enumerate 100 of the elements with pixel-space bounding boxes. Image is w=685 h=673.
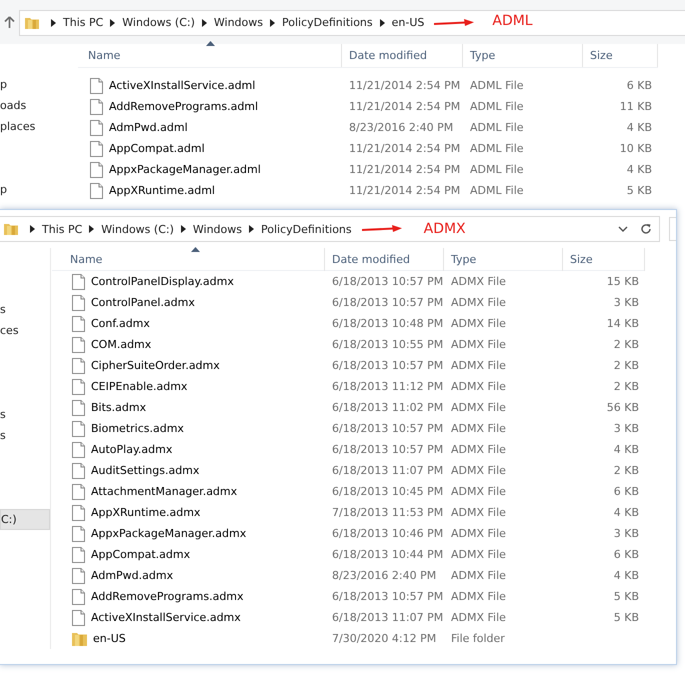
date-modified: 11/21/2014 2:54 PM	[349, 79, 460, 92]
column-header[interactable]: Date modified	[325, 248, 444, 271]
file-name[interactable]: COM.admx	[91, 338, 152, 351]
breadcrumb-item[interactable]: This PC	[63, 16, 104, 29]
file-name[interactable]: Bits.admx	[91, 401, 146, 414]
folder-icon	[72, 630, 87, 646]
column-header[interactable]: Size	[583, 44, 658, 67]
breadcrumb-item[interactable]: This PC	[42, 222, 82, 236]
breadcrumb-item[interactable]: Windows	[192, 222, 242, 236]
chevron-right-icon[interactable]	[51, 18, 56, 26]
date-modified: 8/23/2016 2:40 PM	[349, 121, 454, 134]
file-size: 4 KB	[626, 121, 652, 134]
file-name[interactable]: Biometrics.admx	[91, 422, 184, 435]
file-icon	[72, 316, 85, 332]
nav-item[interactable]: p	[0, 74, 70, 95]
nav-item[interactable]: s	[0, 404, 50, 425]
file-type: ADMX File	[451, 359, 506, 372]
file-type: ADML File	[470, 121, 524, 134]
file-type: ADMX File	[451, 275, 506, 288]
file-name[interactable]: ControlPanel.admx	[91, 296, 195, 309]
chevron-right-icon[interactable]	[202, 18, 207, 26]
nav-item[interactable]: ces	[0, 320, 50, 341]
annotation-arrow	[362, 225, 402, 233]
date-modified: 6/18/2013 10:57 PM	[332, 359, 444, 372]
file-name[interactable]: AppXRuntime.adml	[109, 184, 215, 197]
file-name[interactable]: ControlPanelDisplay.admx	[91, 275, 234, 288]
sort-caret-icon	[206, 41, 215, 46]
date-modified: 11/21/2014 2:54 PM	[349, 100, 460, 113]
dropdown-chevron-icon[interactable]	[618, 226, 628, 232]
date-modified: 6/18/2013 10:57 PM	[332, 422, 444, 435]
date-modified: 6/18/2013 10:57 PM	[332, 590, 444, 603]
file-name[interactable]: AuditSettings.admx	[91, 464, 200, 477]
file-size: 2 KB	[614, 380, 639, 393]
file-size: 4 KB	[614, 443, 639, 456]
file-type: ADMX File	[451, 485, 506, 498]
chevron-right-icon[interactable]	[89, 225, 94, 233]
file-name[interactable]: AdmPwd.admx	[91, 569, 174, 582]
file-name[interactable]: AddRemovePrograms.admx	[91, 590, 244, 603]
file-name[interactable]: en-US	[93, 632, 126, 645]
chevron-right-icon[interactable]	[380, 18, 385, 26]
file-name[interactable]: AppCompat.admx	[91, 548, 190, 561]
file-name[interactable]: AdmPwd.adml	[109, 121, 188, 134]
annotation-arrow	[434, 18, 474, 26]
column-header[interactable]: Type	[444, 248, 563, 271]
chevron-right-icon[interactable]	[180, 225, 186, 233]
file-size: 15 KB	[606, 275, 639, 288]
file-name[interactable]: CipherSuiteOrder.admx	[91, 359, 220, 372]
file-name[interactable]: AppXRuntime.admx	[91, 506, 200, 519]
nav-item[interactable]: s	[0, 299, 50, 320]
refresh-icon[interactable]	[640, 223, 652, 235]
file-name[interactable]: AutoPlay.admx	[91, 443, 172, 456]
nav-item[interactable]: places	[0, 116, 70, 137]
nav-item[interactable]: s	[0, 425, 50, 446]
file-size: 6 KB	[626, 79, 652, 92]
file-type: ADMX File	[451, 422, 506, 435]
address-bar[interactable]: This PC Windows (C:) Windows PolicyDefinitions en-US ADML	[19, 10, 685, 36]
file-icon	[90, 140, 103, 156]
file-size: 2 KB	[614, 338, 639, 351]
chevron-right-icon[interactable]	[248, 225, 254, 233]
file-name[interactable]: AppCompat.adml	[109, 142, 205, 155]
file-type: ADMX File	[451, 401, 506, 414]
file-name[interactable]: Conf.admx	[91, 317, 150, 330]
file-name[interactable]: ActiveXInstallService.adml	[109, 79, 256, 92]
breadcrumb-item[interactable]: en-US	[392, 16, 424, 29]
chevron-right-icon[interactable]	[30, 225, 35, 233]
file-icon	[90, 98, 103, 114]
file-type: ADML File	[470, 184, 524, 197]
column-header[interactable]: Date modified	[342, 44, 463, 67]
file-name[interactable]: AddRemovePrograms.adml	[109, 100, 258, 113]
breadcrumb-item[interactable]: PolicyDefinitions	[282, 16, 373, 29]
search-field[interactable]	[669, 217, 676, 241]
up-arrow-icon[interactable]	[4, 16, 15, 28]
file-icon	[90, 182, 103, 198]
date-modified: 6/18/2013 10:55 PM	[332, 338, 444, 351]
breadcrumb-item[interactable]: Windows	[214, 16, 263, 29]
file-name[interactable]: CEIPEnable.admx	[91, 380, 188, 393]
address-bar[interactable]: This PC Windows (C:) Windows PolicyDefinitions ADMX	[0, 216, 660, 242]
file-name[interactable]: ActiveXInstallService.admx	[91, 611, 241, 624]
nav-item[interactable]: C:)	[0, 509, 50, 530]
breadcrumb-item[interactable]: PolicyDefinitions	[260, 222, 352, 236]
date-modified: 6/18/2013 10:45 PM	[332, 485, 444, 498]
breadcrumb-item[interactable]: Windows (C:)	[122, 16, 195, 29]
file-name[interactable]: AppxPackageManager.adml	[109, 163, 261, 176]
breadcrumb-item[interactable]: Windows (C:)	[101, 222, 174, 236]
nav-item[interactable]: oads	[0, 95, 70, 116]
file-size: 4 KB	[626, 163, 652, 176]
file-icon	[72, 294, 85, 310]
file-type: File folder	[451, 632, 505, 645]
file-size: 11 KB	[620, 100, 652, 113]
file-name[interactable]: AppxPackageManager.admx	[91, 527, 246, 540]
file-icon	[90, 162, 103, 178]
date-modified: 6/18/2013 10:57 PM	[332, 275, 444, 288]
file-name[interactable]: AttachmentManager.admx	[91, 485, 238, 498]
file-icon	[72, 400, 85, 416]
chevron-right-icon[interactable]	[270, 18, 275, 26]
column-header[interactable]: Type	[463, 44, 583, 67]
file-size: 3 KB	[614, 422, 639, 435]
column-header[interactable]: Size	[563, 248, 645, 271]
chevron-right-icon[interactable]	[110, 18, 116, 26]
nav-item[interactable]: p	[0, 179, 70, 200]
